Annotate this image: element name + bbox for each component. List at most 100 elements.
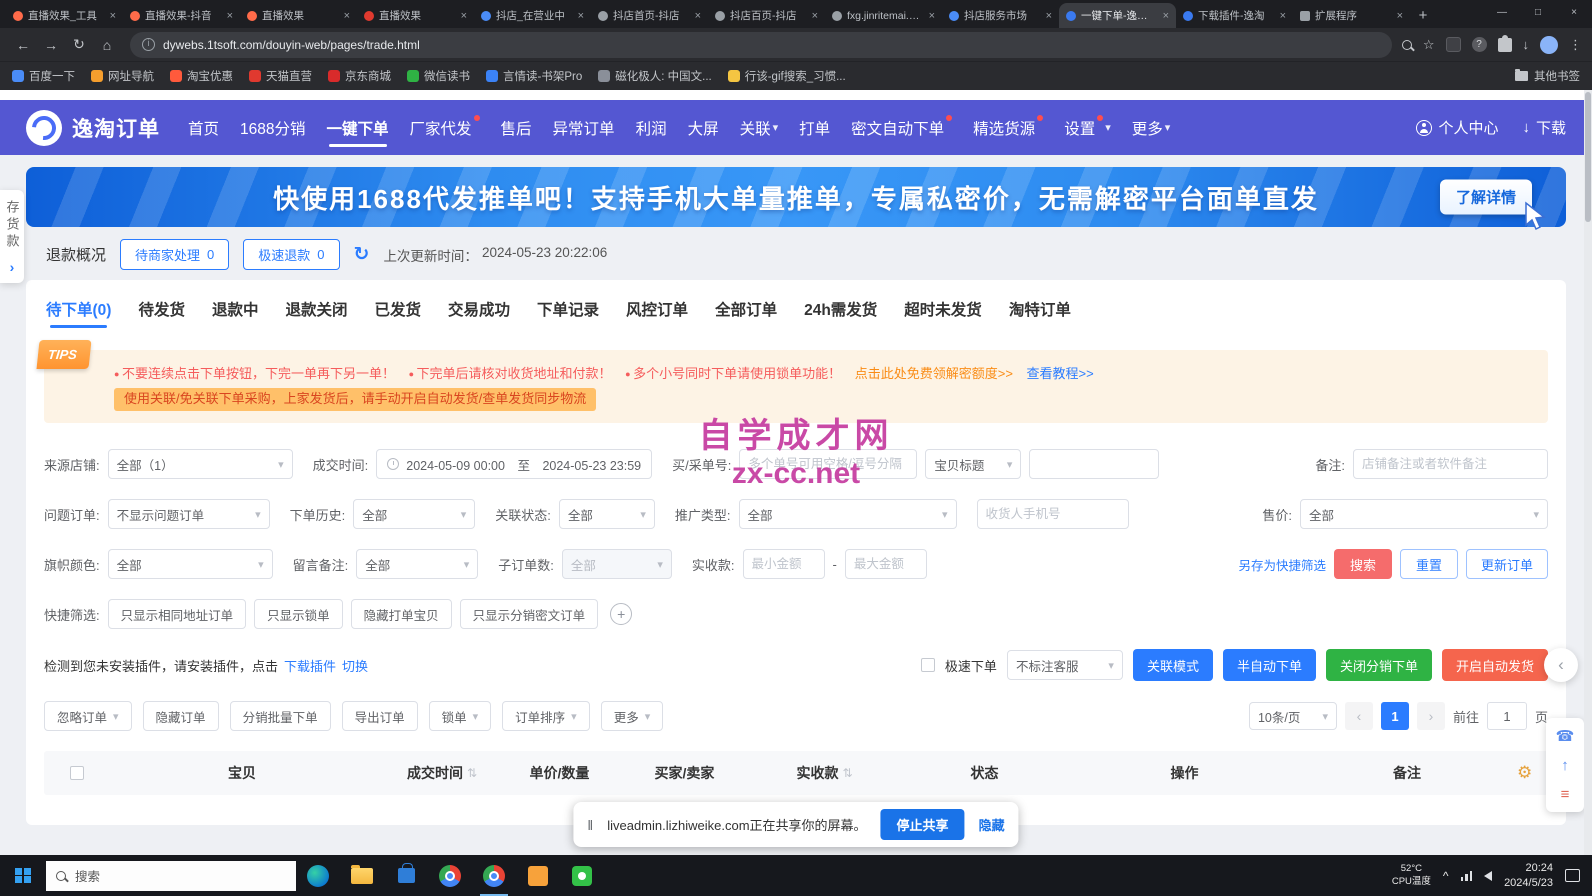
quick-filter-hide-printed[interactable]: 隐藏打单宝贝: [351, 599, 452, 629]
url-bar[interactable]: dywebs.1tsoft.com/douyin-web/pages/trade…: [130, 32, 1392, 58]
taskbar-file-explorer[interactable]: [340, 855, 384, 896]
taskbar-documents-app[interactable]: [516, 855, 560, 896]
col-paid-amount[interactable]: 实收款⇅: [752, 763, 897, 783]
close-icon[interactable]: ×: [578, 10, 584, 22]
page-scrollbar[interactable]: [1584, 90, 1592, 855]
tray-expand-icon[interactable]: ^: [1443, 869, 1449, 883]
hide-toast-link[interactable]: 隐藏: [979, 815, 1005, 834]
tab-pending-order[interactable]: 待下单(0): [46, 298, 111, 328]
close-icon[interactable]: ×: [929, 10, 935, 22]
profile-avatar-icon[interactable]: [1540, 36, 1558, 54]
source-shop-select[interactable]: 全部（1）▾: [108, 449, 293, 479]
network-icon[interactable]: [1461, 871, 1473, 881]
volume-icon[interactable]: [1484, 871, 1492, 881]
prev-page-button[interactable]: ‹: [1345, 702, 1373, 730]
sort-icon[interactable]: ⇅: [467, 766, 477, 780]
title-keyword-input[interactable]: [1029, 449, 1159, 479]
learn-more-button[interactable]: 了解详情: [1440, 180, 1532, 215]
new-tab-button[interactable]: +: [1410, 3, 1436, 28]
fast-refund-button[interactable]: 极速退款0: [243, 239, 339, 270]
ignore-order-button[interactable]: 忽略订单▾: [44, 701, 132, 731]
tab-shipped[interactable]: 已发货: [375, 298, 422, 328]
contact-service-icon[interactable]: ☎: [1556, 727, 1575, 745]
tab-trade-success[interactable]: 交易成功: [448, 298, 510, 328]
bookmark-item[interactable]: 天猫直营: [249, 68, 312, 84]
quick-filter-cipher-only[interactable]: 只显示分销密文订单: [460, 599, 599, 629]
close-icon[interactable]: ×: [227, 10, 233, 22]
tab-24h-ship[interactable]: 24h需发货: [804, 298, 877, 328]
refresh-icon[interactable]: ↻: [354, 243, 370, 266]
hide-order-button[interactable]: 隐藏订单: [143, 701, 219, 731]
maximize-button[interactable]: □: [1520, 0, 1556, 24]
browser-tab[interactable]: 抖店百页-抖店×: [708, 3, 825, 28]
order-sort-button[interactable]: 订单排序▾: [502, 701, 590, 731]
nav-item-big-screen[interactable]: 大屏: [688, 100, 719, 156]
close-icon[interactable]: ×: [344, 10, 350, 22]
tips-tutorial-link[interactable]: 查看教程>>: [1027, 366, 1094, 381]
sort-icon[interactable]: ⇅: [842, 766, 852, 780]
forward-icon[interactable]: →: [38, 32, 64, 58]
close-icon[interactable]: ×: [1163, 10, 1169, 22]
browser-tab[interactable]: 下载插件-逸淘×: [1176, 3, 1293, 28]
tab-overdue-unshipped[interactable]: 超时未发货: [904, 298, 982, 328]
paid-max-input[interactable]: [845, 549, 927, 579]
browser-tab[interactable]: 抖店首页-抖店×: [591, 3, 708, 28]
nav-item-home[interactable]: 首页: [188, 100, 219, 156]
browser-tab[interactable]: 扩展程序×: [1293, 3, 1410, 28]
next-page-button[interactable]: ›: [1417, 702, 1445, 730]
select-all-checkbox[interactable]: [70, 766, 84, 780]
relation-status-select[interactable]: 全部▾: [559, 499, 655, 529]
nav-item-more[interactable]: 更多▾: [1132, 100, 1171, 156]
nav-item-abnormal-orders[interactable]: 异常订单: [553, 100, 615, 156]
search-button[interactable]: 搜索: [1334, 549, 1392, 579]
zoom-icon[interactable]: [1402, 40, 1412, 50]
profile-center[interactable]: 个人中心: [1416, 117, 1498, 138]
nav-item-aftersale[interactable]: 售后: [501, 100, 532, 156]
downloads-icon[interactable]: ↓: [1523, 37, 1530, 52]
download-client[interactable]: ↓下载: [1522, 117, 1566, 138]
back-to-top-icon[interactable]: ↑: [1561, 757, 1569, 774]
browser-menu-icon[interactable]: ⋮: [1569, 37, 1582, 53]
chevron-right-icon[interactable]: ›: [10, 259, 15, 275]
remark-input[interactable]: [1353, 449, 1548, 479]
bookmark-item[interactable]: 网址导航: [91, 68, 154, 84]
receiver-phone-input[interactable]: [977, 499, 1129, 529]
home-icon[interactable]: ⌂: [94, 32, 120, 58]
reload-icon[interactable]: ↻: [66, 32, 92, 58]
quick-filter-same-address[interactable]: 只显示相同地址订单: [108, 599, 247, 629]
bookmark-item[interactable]: 行该-gif搜索_习惯...: [728, 68, 846, 84]
bookmark-star-icon[interactable]: ☆: [1423, 37, 1435, 53]
reset-button[interactable]: 重置: [1400, 549, 1458, 579]
relation-mode-button[interactable]: 关联模式: [1133, 649, 1213, 681]
tab-taote-orders[interactable]: 淘特订单: [1009, 298, 1071, 328]
tab-risk-orders[interactable]: 风控订单: [626, 298, 688, 328]
close-distribution-order-button[interactable]: 关闭分销下单: [1326, 649, 1432, 681]
pending-merchant-button[interactable]: 待商家处理0: [120, 239, 229, 270]
order-no-input[interactable]: [739, 449, 917, 479]
deal-time-range[interactable]: 2024-05-09 00:00 至 2024-05-23 23:59: [376, 449, 652, 479]
taskbar-wechat[interactable]: [560, 855, 604, 896]
brand[interactable]: 逸淘订单: [26, 110, 160, 146]
close-icon[interactable]: ×: [812, 10, 818, 22]
service-mark-select[interactable]: 不标注客服▾: [1007, 650, 1123, 680]
nav-item-cipher-auto-order[interactable]: 密文自动下单: [851, 100, 952, 156]
close-icon[interactable]: ×: [1280, 10, 1286, 22]
switch-plugin-link[interactable]: 切换: [342, 656, 368, 675]
promo-type-select[interactable]: 全部▾: [739, 499, 957, 529]
browser-tab-active[interactable]: 一键下单-逸淘订单×: [1059, 3, 1176, 28]
nav-item-one-click-order[interactable]: 一键下单: [327, 100, 389, 156]
browser-tab[interactable]: 直播效果×: [240, 3, 357, 28]
minimize-button[interactable]: —: [1484, 0, 1520, 24]
download-plugin-link[interactable]: 下载插件: [284, 656, 336, 675]
bookmark-item[interactable]: 京东商城: [328, 68, 391, 84]
feedback-list-icon[interactable]: ≡: [1561, 786, 1570, 803]
browser-tab[interactable]: 直播效果×: [357, 3, 474, 28]
tips-decrypt-link[interactable]: 点击此处免费领解密额度>>: [855, 366, 1013, 381]
close-icon[interactable]: ×: [461, 10, 467, 22]
title-field-select[interactable]: 宝贝标题▾: [925, 449, 1021, 479]
suborder-count-select[interactable]: 全部▾: [562, 549, 672, 579]
taskbar-chrome[interactable]: [428, 855, 472, 896]
nav-item-selected-supply[interactable]: 精选货源: [973, 100, 1043, 156]
taskbar-search[interactable]: 搜索: [46, 861, 296, 891]
window-close-button[interactable]: ×: [1556, 0, 1592, 24]
